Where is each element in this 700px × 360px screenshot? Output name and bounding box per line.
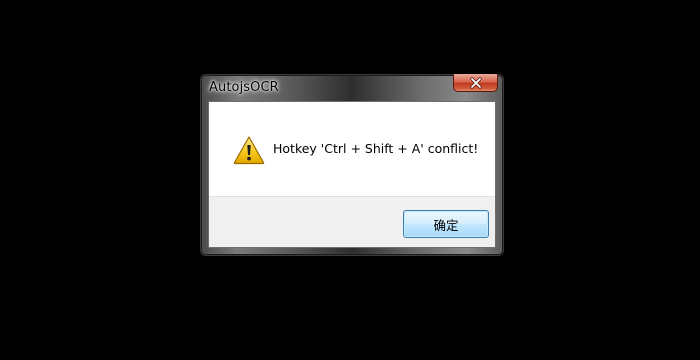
dialog-client-area: Hotkey 'Ctrl + Shift + A' conflict! 确定 <box>208 101 496 248</box>
button-bar: 确定 <box>209 196 495 247</box>
close-icon <box>469 76 482 89</box>
message-text: Hotkey 'Ctrl + Shift + A' conflict! <box>273 141 479 156</box>
close-button[interactable] <box>453 74 498 92</box>
warning-icon <box>233 136 265 165</box>
message-dialog: AutojsOCR Hotkey 'Ctrl + Shift + A' conf… <box>200 74 504 256</box>
title-bar[interactable]: AutojsOCR <box>201 74 503 101</box>
desktop-background: AutojsOCR Hotkey 'Ctrl + Shift + A' conf… <box>0 0 700 360</box>
window-title: AutojsOCR <box>209 80 279 95</box>
message-area: Hotkey 'Ctrl + Shift + A' conflict! <box>209 102 495 196</box>
ok-button[interactable]: 确定 <box>403 210 489 238</box>
